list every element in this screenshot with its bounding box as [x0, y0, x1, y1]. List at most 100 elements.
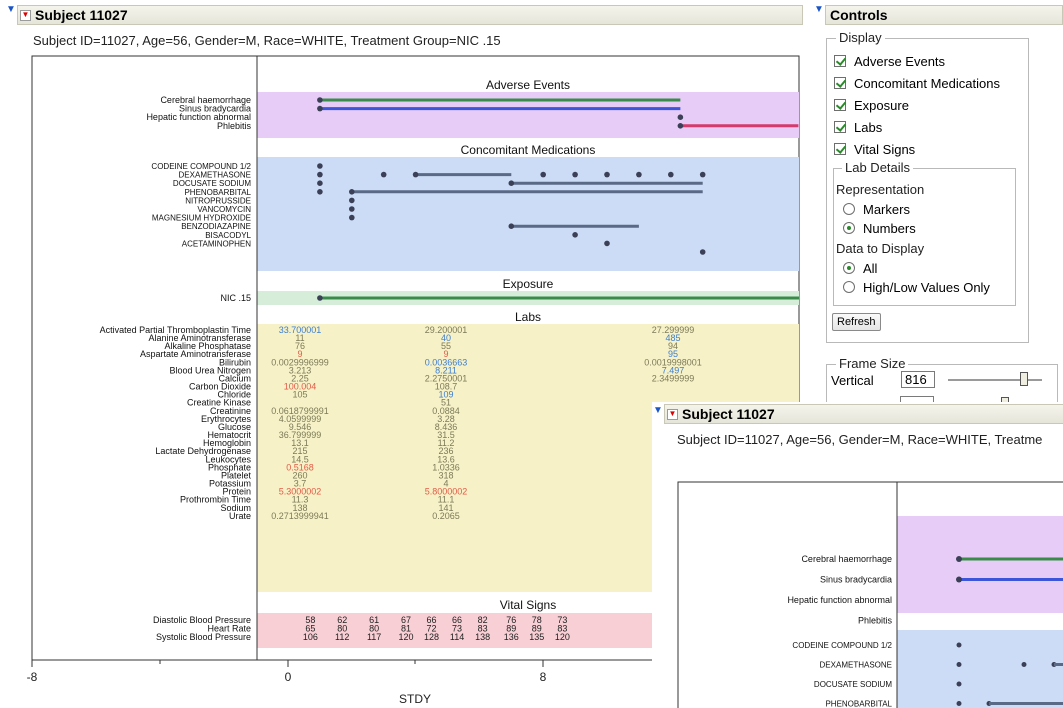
- popup-cm-label: CODEINE COMPOUND 1/2: [792, 641, 892, 650]
- con-med-marker: [508, 223, 515, 229]
- con-med-marker: [349, 189, 355, 195]
- lab-label: Urate: [229, 511, 251, 521]
- popup-cm-marker: [956, 681, 962, 687]
- con-med-marker: [317, 180, 323, 186]
- con-med-marker: [572, 171, 578, 178]
- checkbox-label: Labs: [854, 120, 883, 135]
- controls-title: Controls: [830, 7, 888, 23]
- con-med-marker: [604, 171, 610, 178]
- ae-start-marker: [317, 97, 323, 103]
- checkbox-label: Vital Signs: [854, 142, 916, 157]
- vital-sign-value: 112: [335, 632, 349, 642]
- section-header-vital-signs: Vital Signs: [500, 598, 556, 612]
- con-med-marker: [572, 232, 578, 238]
- popup-cm-label: DOCUSATE SODIUM: [814, 680, 892, 689]
- section-header-exposure: Exposure: [503, 277, 554, 291]
- section-header-labs: Labs: [515, 310, 541, 324]
- lab-value: 2.3499999: [652, 373, 695, 383]
- popup-cm-marker: [956, 642, 962, 648]
- x-tick-label: 8: [540, 670, 547, 684]
- radio-icon[interactable]: [843, 222, 855, 234]
- checkbox-label: Concomitant Medications: [854, 76, 1000, 91]
- popup-cm-label: DEXAMETHASONE: [820, 661, 892, 670]
- popup-cm-label: PHENOBARBITAL: [825, 700, 892, 708]
- checkbox-labs[interactable]: Labs: [834, 120, 882, 135]
- radio-icon[interactable]: [843, 262, 855, 274]
- con-med-marker: [349, 206, 355, 212]
- popup-cm-marker: [956, 662, 962, 667]
- popup-ae-label: Sinus bradycardia: [820, 575, 892, 585]
- display-legend: Display: [836, 30, 885, 45]
- radio-icon[interactable]: [843, 203, 855, 215]
- vertical-label: Vertical: [831, 373, 874, 388]
- vertical-slider-thumb[interactable]: [1020, 372, 1028, 386]
- con-med-marker: [380, 171, 387, 178]
- vital-sign-value: 128: [424, 632, 439, 642]
- vital-sign-value: 135: [529, 632, 544, 642]
- con-med-marker: [349, 214, 355, 221]
- con-med-marker: [604, 240, 610, 247]
- checkbox-exposure[interactable]: Exposure: [834, 98, 909, 113]
- radio-numbers[interactable]: Numbers: [843, 221, 916, 236]
- radio-label: All: [863, 261, 878, 276]
- vital-sign-value: 138: [475, 632, 490, 642]
- section-header-concomitant-medications: Concomitant Medications: [461, 143, 596, 157]
- checkbox-vital-signs[interactable]: Vital Signs: [834, 142, 915, 157]
- con-med-marker: [349, 197, 355, 204]
- con-med-marker: [317, 171, 323, 178]
- vital-sign-value: 106: [303, 632, 318, 642]
- vital-sign-label: Systolic Blood Pressure: [156, 632, 251, 642]
- vital-sign-value: 136: [504, 632, 519, 642]
- ae-start-marker: [677, 123, 684, 129]
- con-med-marker: [540, 171, 546, 178]
- radio-all[interactable]: All: [843, 261, 877, 276]
- lab-details-legend: Lab Details: [842, 160, 914, 175]
- radio-label: High/Low Values Only: [863, 280, 990, 295]
- radio-icon[interactable]: [843, 281, 855, 293]
- popup-cm-marker: [956, 701, 962, 706]
- con-med-marker: [412, 171, 419, 178]
- checkbox-icon[interactable]: [834, 55, 846, 67]
- radio-markers[interactable]: Markers: [843, 202, 910, 217]
- checkbox-adverse-events[interactable]: Adverse Events: [834, 54, 945, 69]
- controls-title-bar: Controls: [825, 5, 1063, 25]
- data-to-display-label: Data to Display: [836, 241, 925, 256]
- vital-sign-value: 120: [555, 632, 570, 642]
- ae-start-marker: [317, 105, 323, 112]
- checkbox-label: Adverse Events: [854, 54, 946, 69]
- vertical-size-input[interactable]: 816: [901, 371, 935, 388]
- refresh-button[interactable]: Refresh: [832, 313, 881, 331]
- checkbox-label: Exposure: [854, 98, 909, 113]
- radio-label: Markers: [863, 202, 910, 217]
- popup-timeline-chart: Cerebral haemorrhage Sinus bradycardia Hep…: [677, 481, 1063, 708]
- con-med-marker: [668, 171, 674, 178]
- exposure-marker: [317, 295, 323, 301]
- con-med-marker: [317, 189, 323, 195]
- popup-cm-band: [897, 630, 1063, 708]
- checkbox-icon[interactable]: [834, 77, 846, 89]
- checkbox-icon[interactable]: [834, 121, 846, 133]
- radio-label: Numbers: [863, 221, 916, 236]
- con-med-marker: [636, 171, 642, 178]
- popup-ae-marker: [956, 556, 962, 562]
- con-meds-band: [257, 157, 799, 271]
- checkbox-icon[interactable]: [834, 99, 846, 111]
- lab-value: 0.2065: [432, 511, 460, 521]
- section-header-adverse-events: Adverse Events: [486, 78, 570, 92]
- lab-value: 0.2713999941: [271, 511, 329, 521]
- con-med-marker: [699, 171, 706, 178]
- ae-label: Phlebitis: [217, 121, 252, 131]
- x-tick-label: -8: [27, 670, 38, 684]
- vital-sign-value: 114: [450, 632, 464, 642]
- con-med-label: ACETAMINOPHEN: [182, 239, 251, 248]
- con-med-marker: [317, 163, 323, 169]
- vital-sign-value: 120: [399, 632, 414, 642]
- popup-ae-label: Cerebral haemorrhage: [801, 554, 892, 564]
- radio-high-low[interactable]: High/Low Values Only: [843, 280, 990, 295]
- controls-collapse-icon[interactable]: ▼: [814, 4, 824, 15]
- checkbox-icon[interactable]: [834, 143, 846, 155]
- checkbox-concomitant-medications[interactable]: Concomitant Medications: [834, 76, 1000, 91]
- popup-ae-band: [897, 516, 1063, 613]
- ae-start-marker: [677, 114, 684, 120]
- con-med-marker: [699, 249, 706, 255]
